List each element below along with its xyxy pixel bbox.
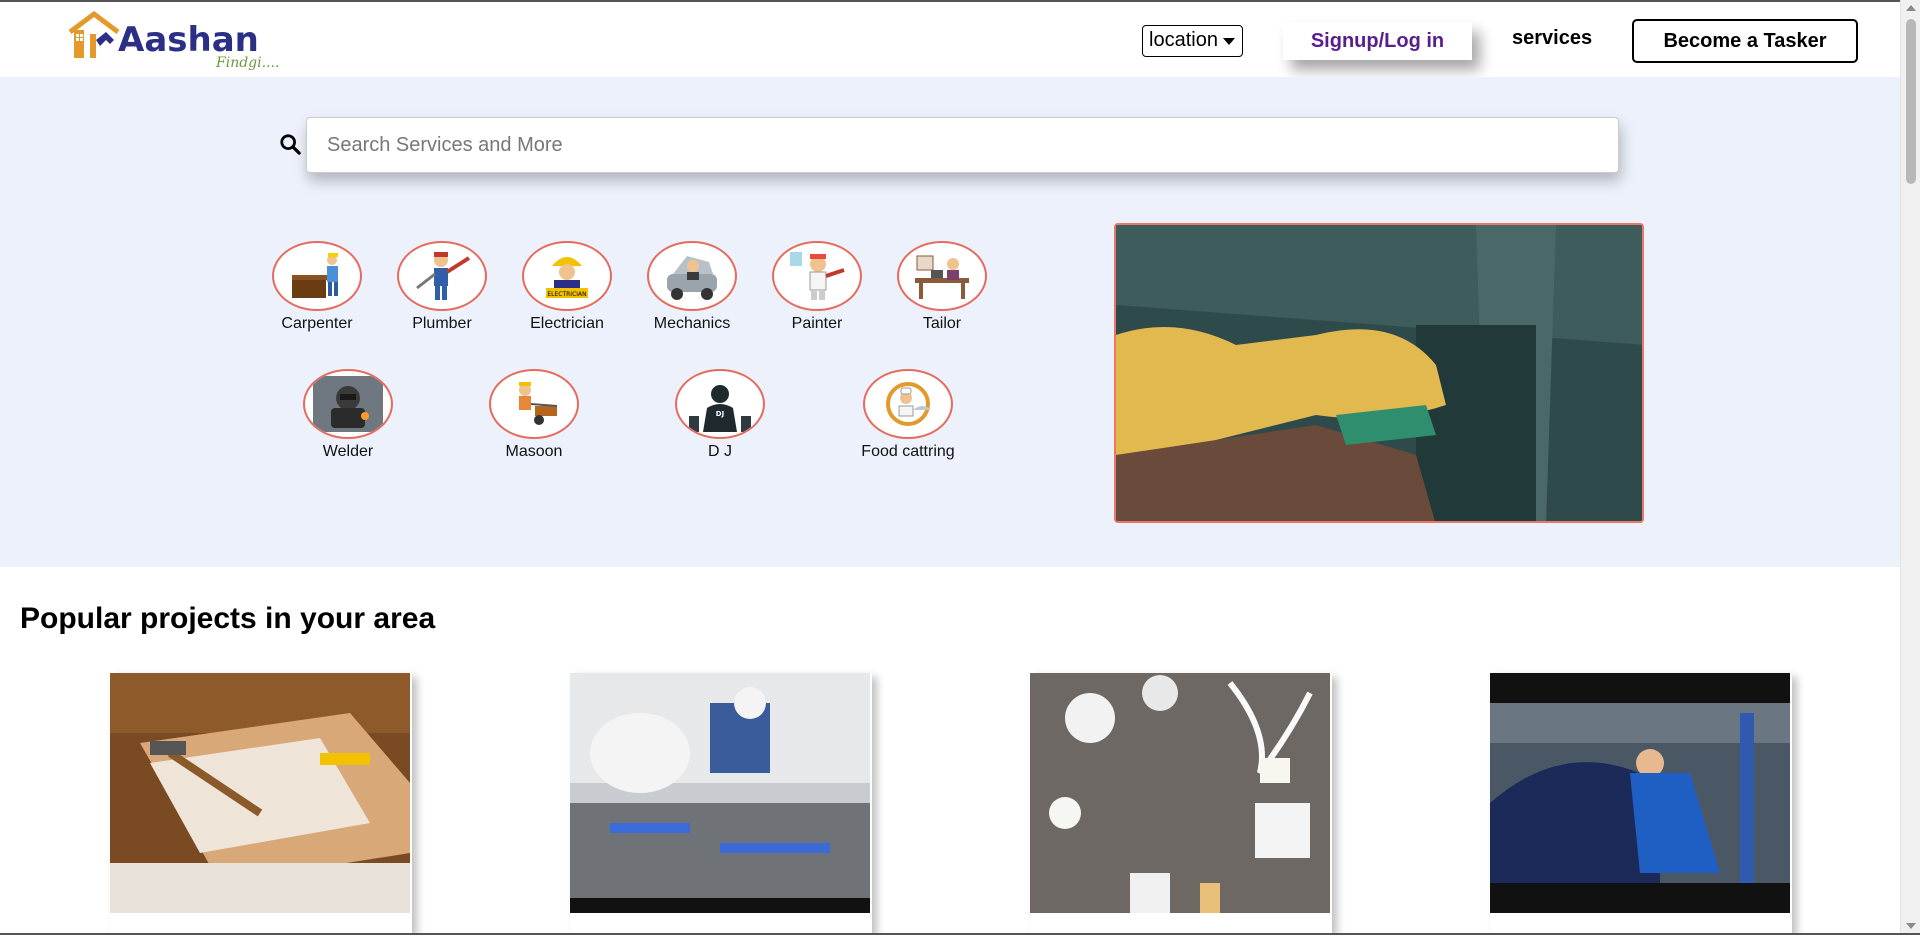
cleaning-video-frame xyxy=(1116,225,1642,521)
food-catering-icon xyxy=(863,369,953,439)
tailor-icon xyxy=(897,241,987,311)
svg-text:ELECTRICIAN: ELECTRICIAN xyxy=(547,291,586,298)
category-welder[interactable]: Welder xyxy=(288,369,408,461)
welder-icon xyxy=(303,369,393,439)
popular-projects-title: Popular projects in your area xyxy=(20,602,436,635)
project-card[interactable] xyxy=(110,673,412,935)
category-electrician[interactable]: ELECTRICIAN Electrician xyxy=(507,241,627,333)
logo-tagline: Findgi.... xyxy=(216,55,280,71)
category-masoon[interactable]: Masoon xyxy=(474,369,594,461)
svg-text:DJ: DJ xyxy=(716,410,724,418)
category-plumber[interactable]: Plumber xyxy=(382,241,502,333)
logo-name: Aashan xyxy=(118,20,259,60)
category-carpenter[interactable]: Carpenter xyxy=(257,241,377,333)
project-card[interactable] xyxy=(1490,673,1792,935)
location-dropdown[interactable]: location xyxy=(1142,25,1243,57)
category-food-cattring[interactable]: Food cattring xyxy=(848,369,968,461)
category-label: Tailor xyxy=(922,315,962,332)
mason-icon xyxy=(489,369,579,439)
header: Aashan Findgi.... location Signup/Log in… xyxy=(0,0,1900,77)
scroll-down-arrow-icon[interactable] xyxy=(1906,923,1916,929)
category-label: Electrician xyxy=(530,315,604,332)
location-label: location xyxy=(1149,29,1218,51)
become-tasker-button[interactable]: Become a Tasker xyxy=(1632,19,1858,63)
signup-login-button[interactable]: Signup/Log in xyxy=(1283,22,1472,60)
car-mechanic-photo xyxy=(1490,673,1790,913)
services-link[interactable]: services xyxy=(1512,27,1592,50)
scroll-up-arrow-icon[interactable] xyxy=(1906,5,1916,11)
scroll-thumb[interactable] xyxy=(1906,19,1916,184)
mechanic-icon xyxy=(647,241,737,311)
search-icon[interactable] xyxy=(279,133,301,155)
category-label: Plumber xyxy=(412,315,472,332)
painter-icon xyxy=(772,241,862,311)
electrical-supplies-photo xyxy=(1030,673,1330,913)
carpenter-icon xyxy=(272,241,362,311)
plumber-icon xyxy=(397,241,487,311)
category-label: D J xyxy=(708,443,732,460)
project-card[interactable] xyxy=(570,673,872,935)
electrician-icon: ELECTRICIAN xyxy=(522,241,612,311)
logo[interactable]: Aashan Findgi.... xyxy=(66,10,296,72)
dj-icon: DJ xyxy=(675,369,765,439)
category-painter[interactable]: Painter xyxy=(757,241,877,333)
carpentry-tools-photo xyxy=(110,673,410,913)
page-scrollbar[interactable] xyxy=(1900,0,1920,935)
category-label: Welder xyxy=(322,443,374,460)
category-label: Masoon xyxy=(505,443,563,460)
search-input[interactable] xyxy=(306,117,1619,173)
category-label: Carpenter xyxy=(281,315,353,332)
category-mechanics[interactable]: Mechanics xyxy=(632,241,752,333)
category-label: Mechanics xyxy=(653,315,731,332)
category-tailor[interactable]: Tailor xyxy=(882,241,1002,333)
category-label: Painter xyxy=(791,315,843,332)
caret-down-icon xyxy=(1223,38,1235,45)
plumber-at-work-photo xyxy=(570,673,870,913)
category-dj[interactable]: DJ D J xyxy=(660,369,780,461)
promo-video[interactable] xyxy=(1114,223,1644,523)
project-card[interactable] xyxy=(1030,673,1332,935)
category-label: Food cattring xyxy=(861,443,955,460)
